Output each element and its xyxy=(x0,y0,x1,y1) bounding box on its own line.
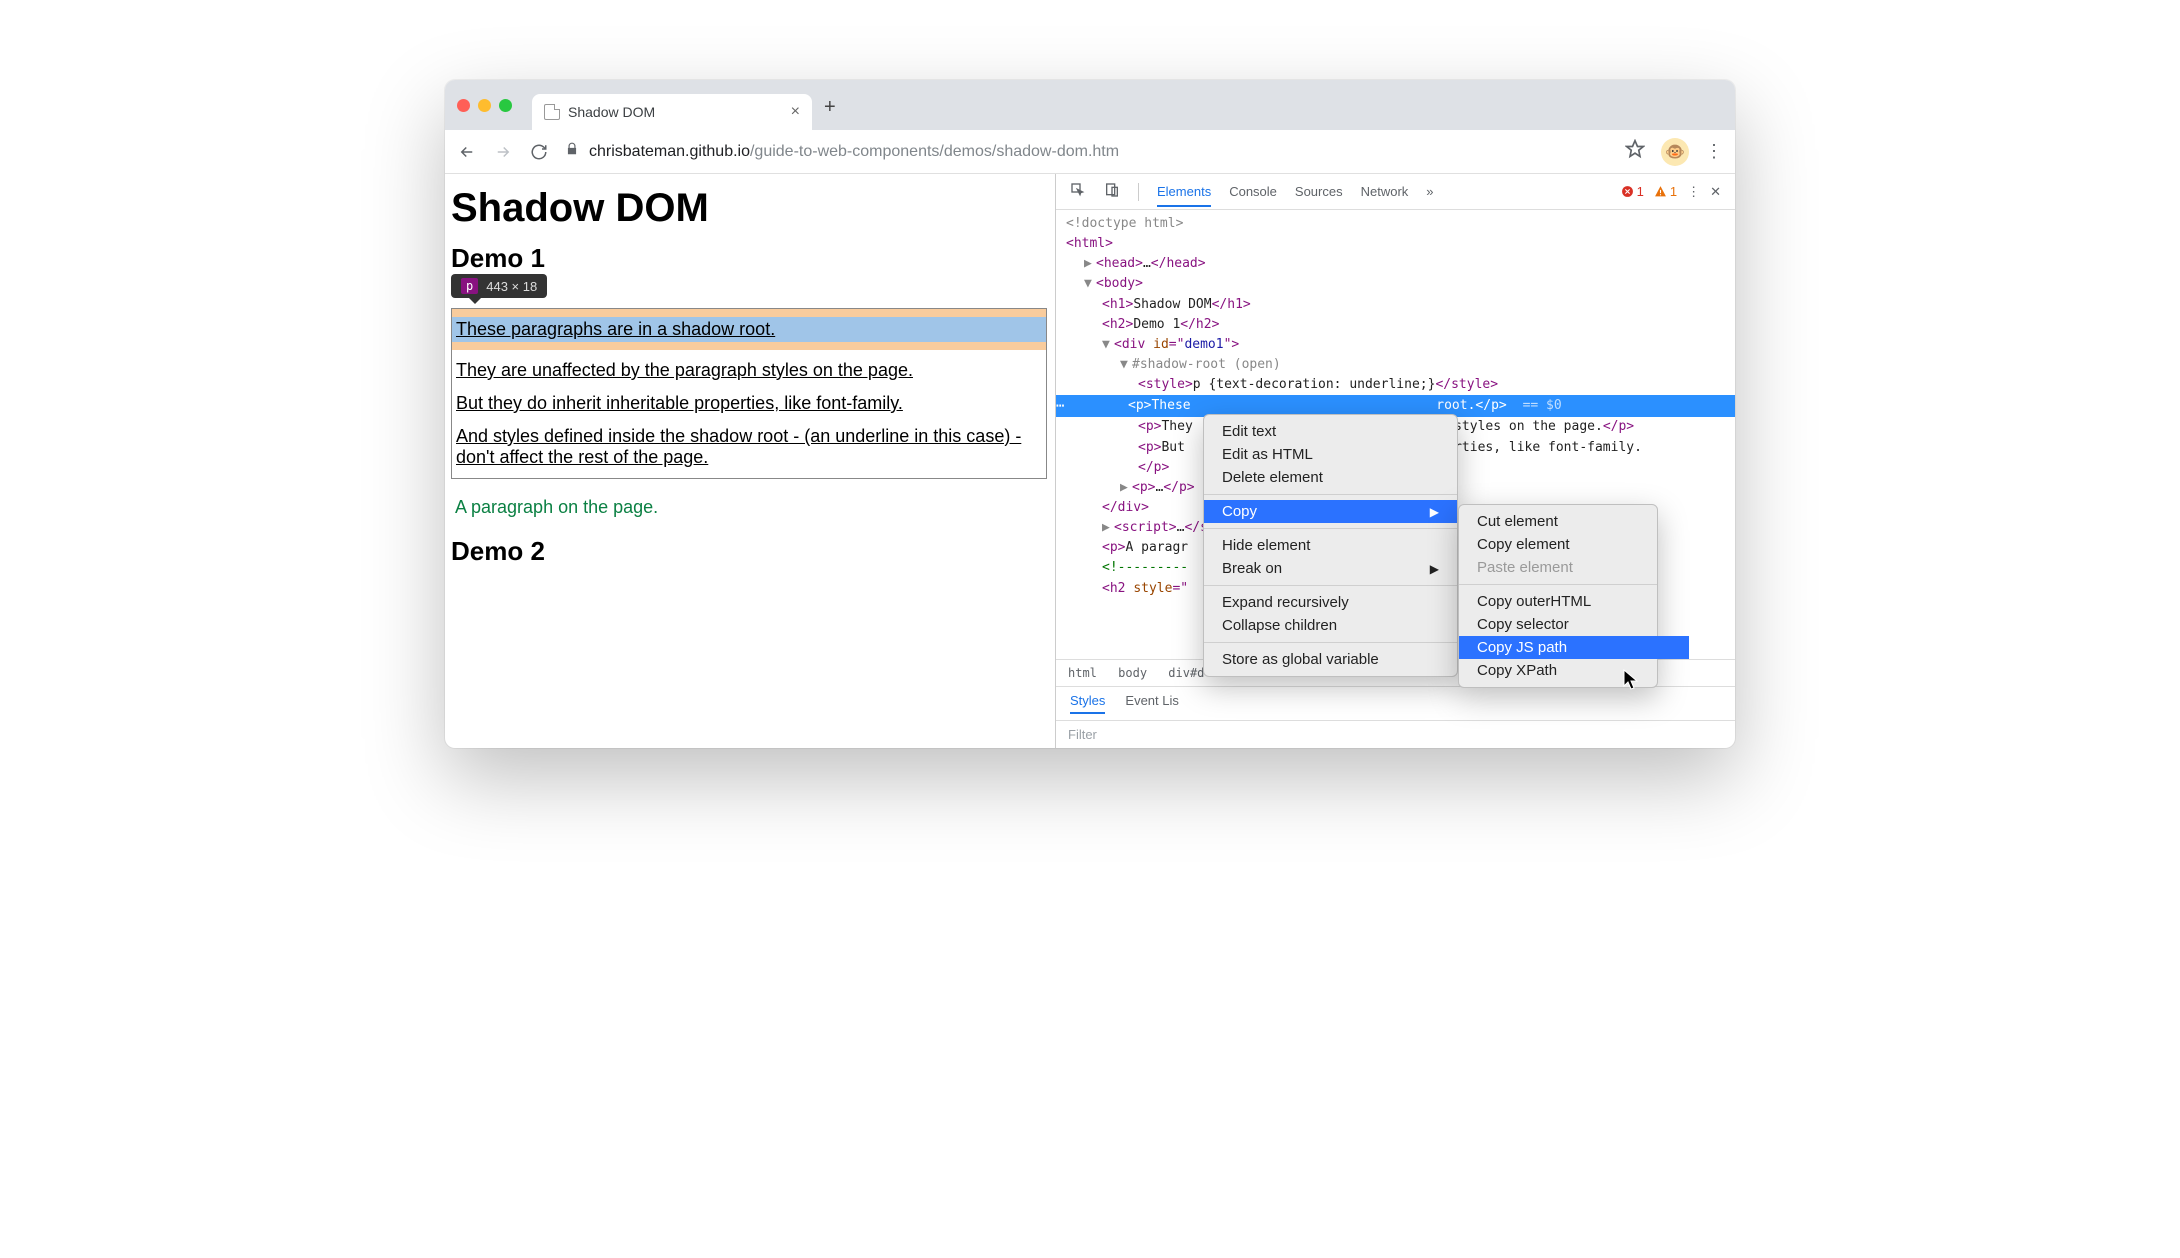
ctx-expand[interactable]: Expand recursively xyxy=(1204,591,1457,614)
demo1-p4: And styles defined inside the shadow roo… xyxy=(452,424,1046,470)
inspect-icon[interactable] xyxy=(1070,182,1086,201)
address-bar[interactable]: chrisbateman.github.io/guide-to-web-comp… xyxy=(565,142,1609,161)
demo2-heading: Demo 2 xyxy=(451,536,1047,567)
demo1-heading: Demo 1 xyxy=(451,243,1047,274)
chevron-right-icon: ▶ xyxy=(1430,505,1439,519)
demo1-p1: These paragraphs are in a shadow root. xyxy=(456,319,775,339)
tab-strip: Shadow DOM × + xyxy=(445,80,1735,130)
close-window-button[interactable] xyxy=(457,99,470,112)
back-button[interactable] xyxy=(457,142,477,162)
reload-button[interactable] xyxy=(529,142,549,162)
demo1-container: These paragraphs are in a shadow root. T… xyxy=(451,308,1047,479)
dom-doctype: <!doctype html> xyxy=(1066,214,1735,234)
copy-submenu: Cut element Copy element Paste element C… xyxy=(1458,504,1658,688)
close-tab-icon[interactable]: × xyxy=(791,103,800,121)
minimize-window-button[interactable] xyxy=(478,99,491,112)
styles-tabs: Styles Event Lis xyxy=(1056,686,1735,720)
context-menu: Edit text Edit as HTML Delete element Co… xyxy=(1203,414,1458,677)
element-size-tooltip: p 443 × 18 xyxy=(451,274,547,298)
tooltip-dimensions: 443 × 18 xyxy=(486,279,537,294)
ctx-copy-xpath[interactable]: Copy XPath xyxy=(1459,659,1689,682)
ctx-copy-outerhtml[interactable]: Copy outerHTML xyxy=(1459,590,1689,613)
demo1-p2: They are unaffected by the paragraph sty… xyxy=(452,358,1046,383)
tab-event-listeners[interactable]: Event Lis xyxy=(1125,693,1178,714)
highlight-content: These paragraphs are in a shadow root. xyxy=(452,317,1046,342)
demo1-p3: But they do inherit inheritable properti… xyxy=(452,391,1046,416)
ctx-paste-element: Paste element xyxy=(1459,556,1689,579)
devtools-tabs: Elements Console Sources Network » 1 1 ⋮… xyxy=(1056,174,1735,210)
profile-avatar[interactable]: 🐵 xyxy=(1661,138,1689,166)
toolbar: chrisbateman.github.io/guide-to-web-comp… xyxy=(445,130,1735,174)
content-area: Shadow DOM Demo 1 p 443 × 18 These parag… xyxy=(445,174,1735,748)
page-heading: Shadow DOM xyxy=(451,186,1047,231)
browser-window: Shadow DOM × + chrisbateman.github.io/gu… xyxy=(445,80,1735,748)
crumb-div[interactable]: div#d xyxy=(1168,666,1204,680)
device-toggle-icon[interactable] xyxy=(1104,182,1120,201)
lock-icon xyxy=(565,142,579,161)
error-count[interactable]: 1 xyxy=(1621,184,1644,199)
window-controls xyxy=(457,99,512,112)
ctx-edit-html[interactable]: Edit as HTML xyxy=(1204,443,1457,466)
tab-console[interactable]: Console xyxy=(1229,184,1277,199)
tab-title: Shadow DOM xyxy=(568,104,655,120)
ctx-copy-js-path[interactable]: Copy JS path xyxy=(1459,636,1689,659)
ctx-collapse[interactable]: Collapse children xyxy=(1204,614,1457,637)
more-tabs-icon[interactable]: » xyxy=(1426,184,1433,199)
forward-button[interactable] xyxy=(493,142,513,162)
warning-count[interactable]: 1 xyxy=(1654,184,1677,199)
ctx-hide[interactable]: Hide element xyxy=(1204,534,1457,557)
tab-network[interactable]: Network xyxy=(1361,184,1409,199)
crumb-body[interactable]: body xyxy=(1118,666,1147,680)
file-icon xyxy=(544,104,560,120)
page-paragraph: A paragraph on the page. xyxy=(455,497,1043,518)
ctx-delete[interactable]: Delete element xyxy=(1204,466,1457,489)
page-viewport: Shadow DOM Demo 1 p 443 × 18 These parag… xyxy=(445,174,1055,748)
chevron-right-icon: ▶ xyxy=(1430,562,1439,576)
ctx-store[interactable]: Store as global variable xyxy=(1204,648,1457,671)
ctx-copy[interactable]: Copy▶ xyxy=(1204,500,1457,523)
ctx-edit-text[interactable]: Edit text xyxy=(1204,420,1457,443)
tooltip-tag: p xyxy=(461,278,478,294)
tab-styles[interactable]: Styles xyxy=(1070,693,1105,714)
ctx-copy-element[interactable]: Copy element xyxy=(1459,533,1689,556)
tab-sources[interactable]: Sources xyxy=(1295,184,1343,199)
browser-tab[interactable]: Shadow DOM × xyxy=(532,94,812,130)
menu-button[interactable]: ⋮ xyxy=(1705,141,1723,162)
ctx-copy-selector[interactable]: Copy selector xyxy=(1459,613,1689,636)
maximize-window-button[interactable] xyxy=(499,99,512,112)
highlight-margin: These paragraphs are in a shadow root. xyxy=(452,309,1046,350)
bookmark-button[interactable] xyxy=(1625,139,1645,164)
devtools-close-icon[interactable]: ✕ xyxy=(1710,184,1721,200)
devtools-menu-icon[interactable]: ⋮ xyxy=(1687,184,1700,200)
new-tab-button[interactable]: + xyxy=(824,96,836,119)
tab-elements[interactable]: Elements xyxy=(1157,184,1211,207)
url-text: chrisbateman.github.io/guide-to-web-comp… xyxy=(589,143,1119,161)
styles-filter[interactable]: Filter xyxy=(1056,720,1735,748)
crumb-html[interactable]: html xyxy=(1068,666,1097,680)
ctx-cut-element[interactable]: Cut element xyxy=(1459,510,1689,533)
ctx-break[interactable]: Break on▶ xyxy=(1204,557,1457,580)
